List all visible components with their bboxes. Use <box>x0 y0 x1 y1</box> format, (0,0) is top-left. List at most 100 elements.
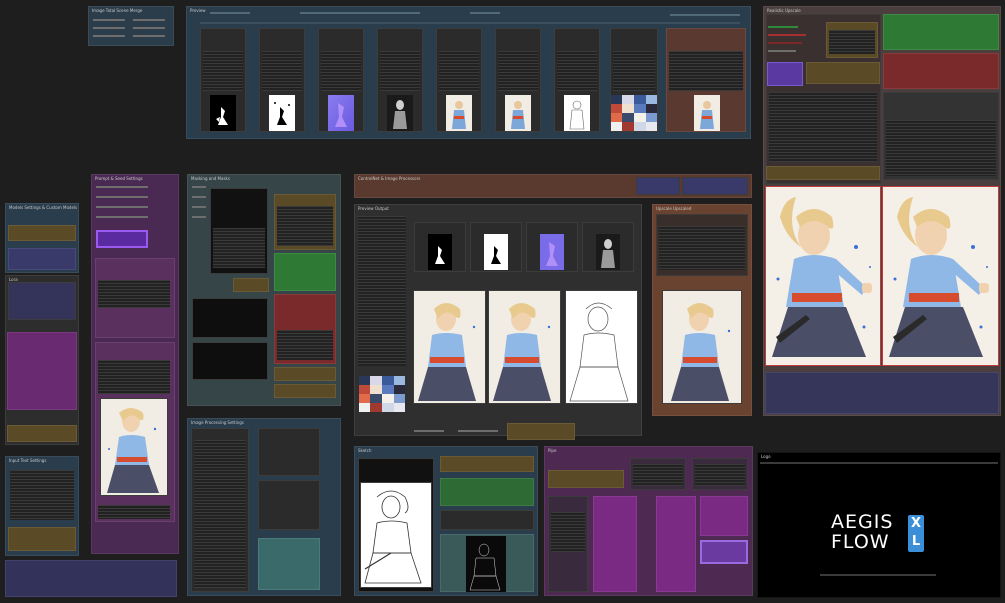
node-fields <box>203 51 243 91</box>
pipe-node[interactable] <box>656 496 696 592</box>
field[interactable] <box>133 19 165 21</box>
green-field[interactable] <box>768 26 798 28</box>
field[interactable] <box>192 216 206 218</box>
yellow-node[interactable] <box>548 470 624 488</box>
field[interactable] <box>96 196 148 198</box>
red-node[interactable] <box>883 53 999 89</box>
pipe-node[interactable] <box>700 496 748 536</box>
purple-node[interactable] <box>8 248 76 270</box>
seed-node-selected[interactable] <box>96 230 148 248</box>
sketch-image[interactable] <box>360 482 432 588</box>
yellow-node[interactable] <box>233 278 269 292</box>
settings-node[interactable] <box>258 480 320 530</box>
group-title: Realistic Upscale <box>767 8 801 13</box>
field[interactable] <box>192 196 206 198</box>
purple-node[interactable] <box>636 177 680 195</box>
field[interactable] <box>458 430 498 432</box>
inverted-mask-thumbnail <box>484 234 508 270</box>
image-node[interactable] <box>488 290 561 404</box>
logo-badge: X L <box>908 515 924 552</box>
field[interactable] <box>192 186 206 188</box>
yellow-node[interactable] <box>766 166 880 180</box>
logo-line-1: AEGIS <box>831 511 894 533</box>
yellow-node[interactable] <box>274 384 336 398</box>
preview-node-7[interactable] <box>554 28 600 132</box>
lineart-image <box>566 291 637 403</box>
mask-output-node[interactable] <box>192 298 268 338</box>
logo-wordmark: AEGIS FLOW <box>831 512 911 552</box>
group-image-total-scene[interactable]: Image Total Scene Merge <box>88 6 174 46</box>
preview-node-9[interactable] <box>666 28 746 132</box>
image-node[interactable] <box>413 290 486 404</box>
field[interactable] <box>93 27 125 29</box>
preview-node-6[interactable] <box>495 28 541 132</box>
lineart-node[interactable] <box>565 290 638 404</box>
toolbar-strip[interactable] <box>210 12 250 14</box>
pipe-node-selected[interactable] <box>700 540 748 564</box>
warrior-image <box>101 399 167 495</box>
field[interactable] <box>133 27 165 29</box>
field[interactable] <box>93 35 125 37</box>
yellow-node[interactable] <box>8 527 76 551</box>
field[interactable] <box>96 206 148 208</box>
settings-node[interactable] <box>258 428 320 476</box>
image-node[interactable] <box>662 290 742 404</box>
teal-node[interactable] <box>258 538 320 590</box>
node-fields <box>557 51 597 91</box>
group-title: Upscale Upscaled <box>656 206 692 211</box>
purple-node[interactable] <box>767 62 803 86</box>
settings-node[interactable] <box>440 510 534 530</box>
preview-node-5[interactable] <box>436 28 482 132</box>
preview-node-2[interactable] <box>259 28 305 132</box>
field[interactable] <box>414 430 444 432</box>
toolbar-strip[interactable] <box>300 12 420 14</box>
red-field[interactable] <box>768 34 806 36</box>
purple-node[interactable] <box>682 177 748 195</box>
upscale-image-frame-left[interactable] <box>765 186 881 366</box>
logo-header-bar[interactable] <box>760 462 998 464</box>
green-node[interactable] <box>883 14 999 50</box>
field[interactable] <box>133 35 165 37</box>
mask-output-node[interactable] <box>192 342 268 380</box>
preview-node-3[interactable] <box>318 28 364 132</box>
node-fields <box>277 206 333 246</box>
yellow-node[interactable] <box>274 367 336 381</box>
green-node[interactable] <box>274 253 336 291</box>
field[interactable] <box>192 206 206 208</box>
field[interactable] <box>768 50 796 52</box>
lora-stack-node[interactable] <box>7 332 77 410</box>
group-title: Input Text Settings <box>9 458 47 463</box>
preview-node-8[interactable] <box>610 28 658 132</box>
field[interactable] <box>93 19 125 21</box>
image-thumb-frame[interactable] <box>100 398 168 496</box>
pipe-node[interactable] <box>593 496 637 592</box>
node-fields <box>498 51 538 91</box>
field[interactable] <box>96 186 148 188</box>
yellow-node[interactable] <box>507 423 575 440</box>
group-title: Sketch <box>358 448 372 453</box>
node-fields <box>551 512 585 552</box>
warrior-image <box>414 291 485 403</box>
yellow-node[interactable] <box>440 456 534 472</box>
yellow-node[interactable] <box>7 425 77 442</box>
toolbar-strip[interactable] <box>470 12 500 14</box>
status-node[interactable] <box>765 372 999 414</box>
toolbar-strip[interactable] <box>670 14 740 16</box>
logo-footer-bar[interactable] <box>820 574 936 576</box>
warrior-image <box>489 291 560 403</box>
preview-node-1[interactable] <box>200 28 246 132</box>
yellow-node[interactable] <box>806 62 880 84</box>
upscale-image-frame-right[interactable] <box>882 186 999 366</box>
node-fields <box>194 440 246 588</box>
yellow-node[interactable] <box>8 225 76 241</box>
node-fields <box>769 92 877 162</box>
preview-node-4[interactable] <box>377 28 423 132</box>
purple-bottom-node[interactable] <box>5 560 177 597</box>
green-node[interactable] <box>440 478 534 506</box>
logo-badge-bottom: L <box>911 534 921 549</box>
lora-node[interactable] <box>8 282 76 320</box>
toolbar-strip[interactable] <box>200 22 740 24</box>
field[interactable] <box>96 216 148 218</box>
red-field[interactable] <box>768 42 802 44</box>
warrior-image <box>766 187 880 365</box>
